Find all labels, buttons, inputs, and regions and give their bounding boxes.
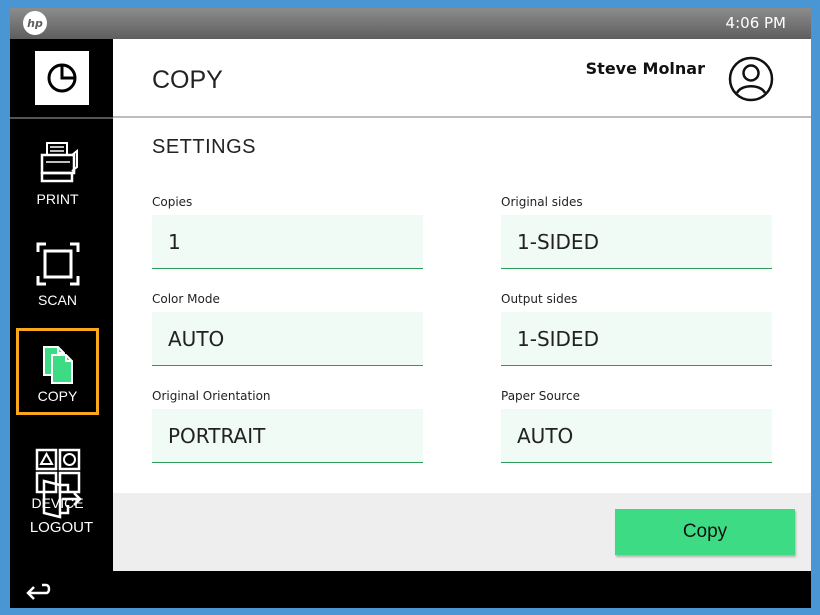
page-title: COPY — [152, 66, 223, 94]
settings-title: SETTINGS — [152, 136, 257, 158]
paper-source-field[interactable]: Paper Source AUTO — [501, 389, 772, 463]
field-label: Paper Source — [501, 389, 581, 403]
sidebar-divider — [10, 117, 113, 119]
logout-button[interactable]: LOGOUT — [10, 479, 113, 541]
sidebar-item-print[interactable]: PRINT — [16, 131, 99, 219]
hp-logo: hp — [23, 11, 47, 35]
action-footer: Copy — [113, 493, 811, 571]
printer-icon — [40, 142, 78, 183]
field-value[interactable]: 1-SIDED — [501, 215, 772, 269]
user-account-icon[interactable] — [727, 55, 775, 103]
output-sides-field[interactable]: Output sides 1-SIDED — [501, 292, 772, 366]
field-value[interactable]: 1 — [152, 215, 423, 269]
status-bar: hp 4:06 PM — [10, 8, 811, 39]
sidebar-item-label: COPY — [37, 388, 78, 404]
scan-frame-icon — [36, 242, 80, 286]
field-label: Output sides — [501, 292, 578, 306]
page-header: COPY Steve Molnar — [113, 39, 811, 118]
sidebar-item-label: PRINT — [36, 191, 79, 207]
bottom-bar — [10, 571, 811, 608]
field-value[interactable]: AUTO — [501, 409, 772, 463]
sidebar-item-label: SCAN — [38, 292, 77, 308]
copies-field[interactable]: Copies 1 — [152, 195, 423, 269]
sidebar-item-copy[interactable]: COPY — [16, 328, 99, 415]
sidebar-item-scan[interactable]: SCAN — [16, 232, 99, 320]
copy-button[interactable]: Copy — [615, 509, 795, 555]
original-orientation-field[interactable]: Original Orientation PORTRAIT — [152, 389, 423, 463]
user-name: Steve Molnar — [585, 59, 705, 78]
pie-chart-icon — [47, 63, 77, 93]
field-value[interactable]: 1-SIDED — [501, 312, 772, 366]
logout-label: LOGOUT — [29, 519, 94, 536]
field-value[interactable]: PORTRAIT — [152, 409, 423, 463]
device-screen: hp 4:06 PM PRINT SCAN COPY DEVICE LOGOUT… — [10, 8, 811, 608]
logout-icon — [42, 479, 82, 519]
settings-panel: SETTINGS Copies 1 Original sides 1-SIDED… — [113, 118, 811, 493]
field-value[interactable]: AUTO — [152, 312, 423, 366]
original-sides-field[interactable]: Original sides 1-SIDED — [501, 195, 772, 269]
field-label: Original sides — [501, 195, 583, 209]
field-label: Copies — [152, 195, 193, 209]
color-mode-field[interactable]: Color Mode AUTO — [152, 292, 423, 366]
home-button[interactable] — [35, 51, 89, 105]
sidebar: PRINT SCAN COPY DEVICE LOGOUT — [10, 39, 113, 571]
back-arrow-icon[interactable] — [24, 577, 54, 603]
clock: 4:06 PM — [725, 14, 786, 32]
copy-documents-icon — [43, 346, 73, 384]
field-label: Original Orientation — [152, 389, 271, 403]
field-label: Color Mode — [152, 292, 220, 306]
